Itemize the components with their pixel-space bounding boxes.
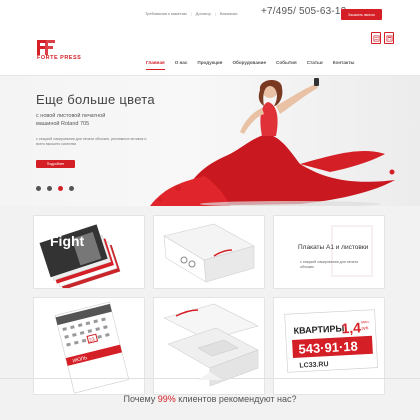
top-links: Требования к макетам | Договор | Ваканси… — [145, 11, 238, 16]
tile-title: Плакаты А1 и листовки — [298, 244, 369, 251]
why-us-text-after: клиентов рекомендуют нас? — [175, 394, 297, 404]
hero-description: с секцией лакирования для печати обложек… — [36, 137, 147, 146]
top-link-contract[interactable]: Договор — [196, 11, 211, 16]
calculator-icon[interactable] — [384, 32, 394, 44]
calendar-image: 23 ИЮЛЬ — [54, 301, 130, 394]
why-us-percent: 99% — [157, 394, 176, 404]
slider-dot[interactable] — [36, 186, 41, 191]
tile-description: с секцией лакирования для печати обложек — [300, 260, 359, 269]
phone-number[interactable]: +7/495/ 505-63-13 — [261, 6, 346, 17]
nav-item-products[interactable]: Продукция — [192, 52, 227, 72]
why-us-text-before: Почему — [123, 394, 158, 404]
slider-dots — [36, 186, 74, 191]
poster-price-unit-1: млн. — [361, 319, 370, 324]
magazines-image: Fight — [39, 224, 121, 288]
hero-more-button[interactable]: Подробнее — [36, 160, 75, 168]
header: FORTE PRESS Главная О нас Продукция Обор… — [0, 26, 420, 76]
logo[interactable]: FORTE PRESS — [35, 38, 107, 64]
magazine-title: Fight — [50, 233, 85, 249]
slider-dot[interactable] — [47, 186, 52, 191]
top-link-vacancies[interactable]: Вакансии — [220, 11, 238, 16]
document-icon[interactable] — [371, 32, 381, 44]
tile-posters[interactable]: Плакаты А1 и листовки с секцией лакирова… — [273, 215, 385, 289]
nav-item-home[interactable]: Главная — [141, 52, 170, 72]
folder-image — [163, 223, 255, 283]
top-link-requirements[interactable]: Требования к макетам — [145, 11, 187, 16]
nav-item-articles[interactable]: Статьи — [302, 52, 328, 72]
header-icons — [371, 32, 394, 44]
packaging-image — [163, 303, 259, 387]
tile-folders[interactable] — [153, 215, 265, 289]
poster-phone: 543·91·18 — [298, 339, 358, 357]
divider: | — [214, 11, 216, 16]
poster-ad-image: КВАРТИРЫ 1,4 млн. руб. 543·91·18 LC33.RU — [284, 309, 378, 373]
top-bar: Требования к макетам | Договор | Ваканси… — [0, 0, 420, 26]
tile-magazines[interactable]: Fight — [33, 215, 145, 289]
nav-item-events[interactable]: События — [271, 52, 302, 72]
product-tiles: Fight Плакаты А1 и листовки с секцией ла… — [33, 215, 387, 395]
poster-price-unit-2: руб. — [361, 325, 369, 330]
callback-button[interactable]: Заказать звонок — [341, 9, 382, 20]
hero-title: Еще больше цвета — [36, 92, 155, 107]
slider-dot-active[interactable] — [58, 186, 63, 191]
tile-packaging[interactable] — [153, 297, 265, 395]
poster-watermark-image — [331, 225, 373, 277]
logo-mark-icon — [37, 40, 55, 55]
nav-item-equipment[interactable]: Оборудование — [227, 52, 271, 72]
logo-text: FORTE PRESS — [37, 55, 82, 61]
nav-item-about[interactable]: О нас — [170, 52, 193, 72]
divider: | — [190, 11, 192, 16]
page: Требования к макетам | Договор | Ваканси… — [0, 0, 420, 420]
nav-item-contacts[interactable]: Контакты — [328, 52, 360, 72]
slider-dot[interactable] — [69, 186, 74, 191]
poster-price: 1,4 — [341, 319, 361, 336]
section-notch — [198, 372, 222, 380]
hero-subtitle: с новой листовой печатной машиной Roland… — [36, 113, 106, 127]
tile-outdoor[interactable]: КВАРТИРЫ 1,4 млн. руб. 543·91·18 LC33.RU — [273, 297, 385, 395]
main-nav: Главная О нас Продукция Оборудование Соб… — [141, 52, 359, 72]
tile-calendars[interactable]: 23 ИЮЛЬ — [33, 297, 145, 395]
why-us-heading: Почему 99% клиентов рекомендуют нас? — [0, 394, 420, 404]
